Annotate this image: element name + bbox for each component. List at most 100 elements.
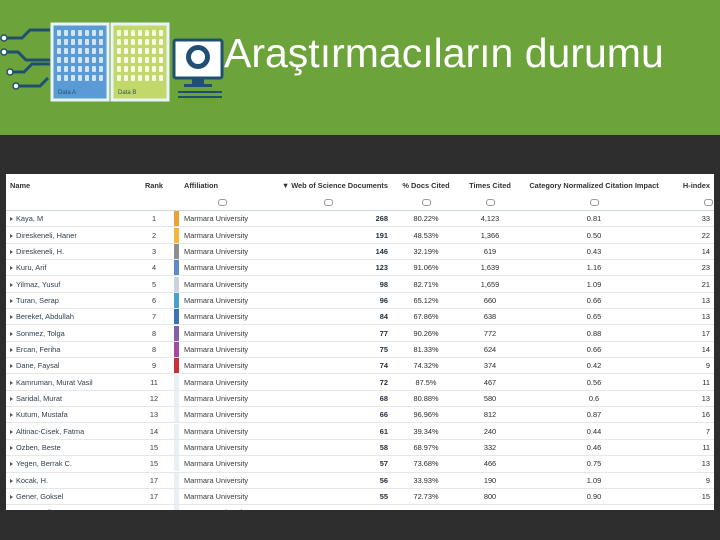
cell-name[interactable]: Kuru, Arif [6,259,134,277]
cell-h-index: 23 [668,259,714,277]
cell-times-cited: 580 [460,390,520,408]
cell-cnci: 0.90 [520,488,668,506]
researcher-name[interactable]: Yegen, Berrak C. [16,459,72,468]
cell-name[interactable]: Yegen, Berrak C. [6,455,134,473]
researcher-name[interactable]: Dane, Faysal [16,361,60,370]
header-h-index[interactable]: H-index [668,174,714,196]
cell-name[interactable]: Yilmaz, Yusuf [6,275,134,293]
sort-icon[interactable] [323,198,333,206]
cell-name[interactable]: Kaya, M [6,210,134,228]
table-row[interactable]: Saridal, Murat 12 Marmara University 68 80.8… [6,390,714,408]
sort-icon[interactable] [421,198,431,206]
table-row[interactable]: Kocak, H. 17 Marmara University 56 33.93% 190… [6,472,714,489]
table-row[interactable]: Yilmaz, Yusuf 5 Marmara University 98 82.71%… [6,275,714,293]
header-rank[interactable]: Rank [134,174,174,196]
expand-caret-icon[interactable] [10,446,13,451]
cell-docs: 55 [264,488,392,506]
expand-caret-icon[interactable] [10,217,13,222]
researcher-name[interactable]: Kamruman, Murat Vasil [16,378,93,387]
expand-caret-icon[interactable] [10,462,13,467]
cell-name[interactable]: Kamruman, Murat Vasil [6,373,134,391]
table-row[interactable]: Ozben, Beste 15 Marmara University 58 68.97%… [6,439,714,457]
expand-caret-icon[interactable] [10,347,13,352]
header-affiliation[interactable]: Affiliation [180,174,264,196]
table-row[interactable]: Ergun, Tulin 17 Marmara University5536.13%… [6,504,714,510]
sort-icon[interactable] [485,198,495,206]
sort-icon[interactable] [589,198,599,206]
cell-name[interactable]: Direskeneli, Haner [6,226,134,244]
researcher-name[interactable]: Direskeneli, H. [16,247,64,256]
header-docs[interactable]: ▼ Web of Science Documents [264,174,392,196]
expand-caret-icon[interactable] [10,315,13,320]
table-row[interactable]: Turan, Serap 6 Marmara University 96 65.12% 6… [6,292,714,310]
cell-name[interactable]: Altinac-Cisek, Fatma [6,422,134,440]
cell-docs: 191 [264,226,392,244]
cell-name[interactable]: Kutum, Mustafa [6,406,134,424]
cell-name[interactable]: Ozben, Beste [6,439,134,457]
cell-name[interactable]: Direskeneli, H. [6,243,134,261]
table-row[interactable]: Yegen, Berrak C. 15 Marmara University 57 73… [6,455,714,473]
expand-caret-icon[interactable] [10,397,13,401]
cell-name[interactable]: Bereket, Abdullah [6,308,134,326]
cell-name[interactable]: Ergun, Tulin [6,504,134,510]
researcher-name[interactable]: Bereket, Abdullah [16,312,74,321]
expand-caret-icon[interactable] [10,478,13,483]
sort-icon[interactable] [704,198,713,206]
expand-caret-icon[interactable] [10,249,13,254]
table-row[interactable]: Sonmez, Tolga 8 Marmara University 77 90.26%… [6,324,714,342]
header-times-cited[interactable]: Times Cited [460,174,520,196]
researcher-name[interactable]: Kutum, Mustafa [16,410,68,419]
cell-name[interactable]: Saridal, Murat [6,390,134,408]
table-row[interactable]: Direskeneli, Haner 2 Marmara University 191… [6,226,714,244]
researcher-name[interactable]: Ercan, Feriha [16,345,60,354]
researcher-name[interactable]: Altinac-Cisek, Fatma [16,427,84,436]
table-row[interactable]: Direskeneli, H. 3 Marmara University 146 32.… [6,243,714,261]
cell-times-cited: 1,639 [460,259,520,277]
table-row[interactable]: Kutum, Mustafa 13 Marmara University 66 96.9… [6,406,714,424]
cell-times-cited: 800 [460,488,520,506]
expand-caret-icon[interactable] [10,413,13,418]
expand-caret-icon[interactable] [10,282,13,287]
header-name[interactable]: Name [6,174,134,196]
cell-name[interactable]: Dane, Faysal [6,357,134,375]
cell-name[interactable]: Ercan, Feriha [6,341,134,359]
cell-name[interactable]: Gener, Goksel [6,488,134,506]
researcher-name[interactable]: Yilmaz, Yusuf [16,280,60,289]
cell-name[interactable]: Kocak, H. [6,472,134,489]
cell-name[interactable]: Sonmez, Tolga [6,324,134,342]
researcher-name[interactable]: Turan, Serap [16,296,59,305]
cell-h-index: 11 [668,373,714,391]
cell-name[interactable]: Turan, Serap [6,292,134,310]
table-row[interactable]: Ercan, Feriha 8 Marmara University 75 81.33%… [6,341,714,359]
sort-icon[interactable] [217,198,227,206]
researcher-name[interactable]: Kocak, H. [16,476,48,485]
expand-caret-icon[interactable] [10,495,13,500]
table-row[interactable]: Dane, Faysal 9 Marmara University 74 74.32% 3… [6,357,714,375]
expand-caret-icon[interactable] [10,429,13,434]
expand-caret-icon[interactable] [10,298,13,303]
expand-caret-icon[interactable] [10,266,13,271]
researcher-name[interactable]: Ozben, Beste [16,443,61,452]
table-row[interactable]: Kuru, Arif 4 Marmara University 123 91.06% 1,… [6,259,714,277]
cell-h-index: 33 [668,210,714,228]
expand-caret-icon[interactable] [10,380,13,385]
table-row[interactable]: Kamruman, Murat Vasil 11 Marmara Universit… [6,373,714,391]
expand-caret-icon[interactable] [10,331,13,336]
table-row[interactable]: Bereket, Abdullah 7 Marmara University 84 67… [6,308,714,326]
researcher-name[interactable]: Direskeneli, Haner [16,231,77,240]
table-row[interactable]: Altinac-Cisek, Fatma 14 Marmara University… [6,422,714,440]
cell-affiliation: Marmara University [180,243,264,261]
expand-caret-icon[interactable] [10,364,13,369]
table-row[interactable]: Gener, Goksel 17 Marmara University 55 72.73… [6,488,714,506]
researcher-name[interactable]: Sonmez, Tolga [16,329,65,338]
researcher-name[interactable]: Kaya, M [16,214,43,223]
cell-affiliation: Marmara University [180,357,264,375]
expand-caret-icon[interactable] [10,233,13,238]
table-row[interactable]: Kaya, M 1 Marmara University 268 80.22% 4,123… [6,210,714,228]
header-pct-cited[interactable]: % Docs Cited [392,174,460,196]
researcher-name[interactable]: Saridal, Murat [16,394,62,403]
header-cnci[interactable]: Category Normalized Citation Impact [520,174,668,196]
researcher-name[interactable]: Kuru, Arif [16,263,46,272]
researcher-name[interactable]: Gener, Goksel [16,492,63,501]
researcher-name[interactable]: Ergun, Tulin [16,508,55,510]
